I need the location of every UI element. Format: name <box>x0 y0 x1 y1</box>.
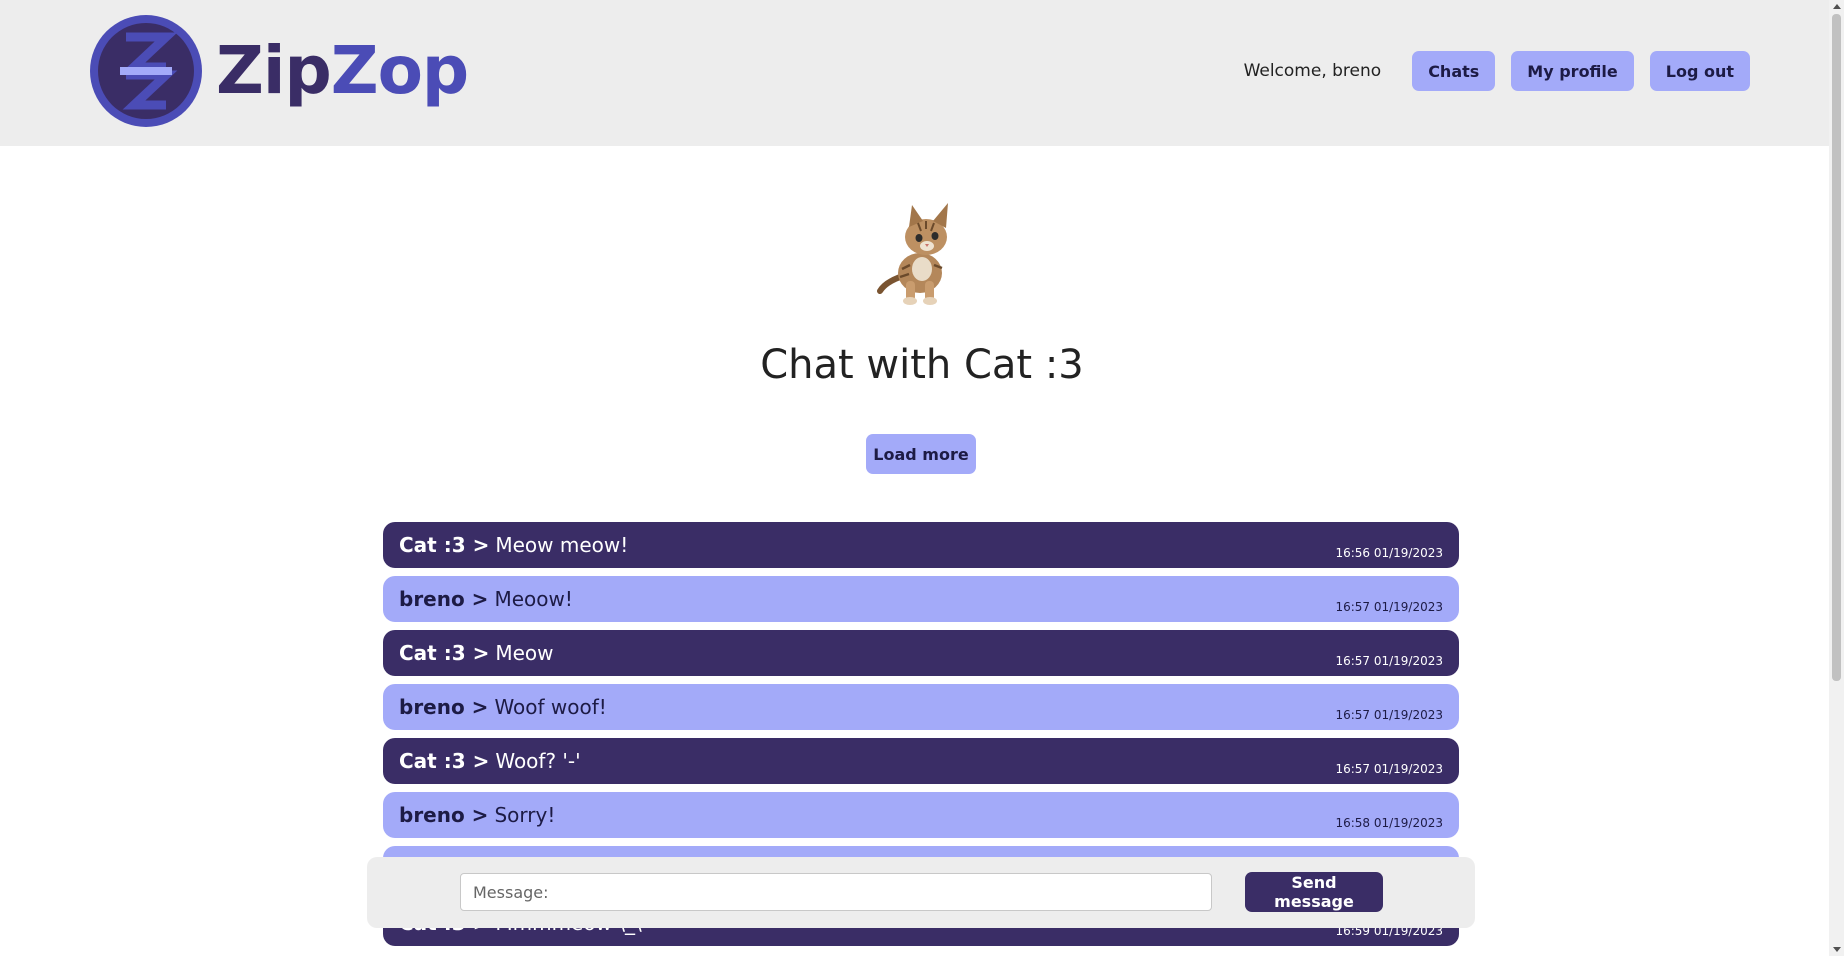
message-text: Sorry! <box>494 803 556 827</box>
message-timestamp: 16:58 01/19/2023 <box>1335 816 1443 830</box>
chat-title: Chat with Cat :3 <box>760 342 1084 388</box>
brand-part-2: Zop <box>330 32 469 109</box>
site-logo[interactable]: ZipZop <box>90 15 469 127</box>
message-timestamp: 16:57 01/19/2023 <box>1335 600 1443 614</box>
message-timestamp: 16:57 01/19/2023 <box>1335 762 1443 776</box>
scroll-up-arrow-icon[interactable] <box>1833 4 1841 9</box>
message-input[interactable] <box>460 873 1212 911</box>
message-author: Cat :3 > <box>399 641 490 665</box>
message-text: Meow meow! <box>495 533 629 557</box>
message-timestamp: 16:56 01/19/2023 <box>1335 546 1443 560</box>
message-text: Meoow! <box>494 587 573 611</box>
message-item: breno > Sorry! 16:58 01/19/2023 <box>383 792 1459 838</box>
message-author: breno > <box>399 695 489 719</box>
message-timestamp: 16:57 01/19/2023 <box>1335 654 1443 668</box>
message-item: breno > Woof woof! 16:57 01/19/2023 <box>383 684 1459 730</box>
scrollbar-thumb[interactable] <box>1832 14 1841 681</box>
my-profile-button[interactable]: My profile <box>1511 51 1634 91</box>
message-text: Woof? '-' <box>495 749 581 773</box>
load-more-button[interactable]: Load more <box>866 434 976 474</box>
site-header: ZipZop Welcome, breno Chats My profile L… <box>0 0 1829 146</box>
message-item: Cat :3 > Meow 16:57 01/19/2023 <box>383 630 1459 676</box>
contact-avatar <box>876 195 966 305</box>
message-author: breno > <box>399 803 489 827</box>
message-author: breno > <box>399 587 489 611</box>
scroll-down-arrow-icon[interactable] <box>1833 947 1841 952</box>
message-item: Cat :3 > Meow meow! 16:56 01/19/2023 <box>383 522 1459 568</box>
message-author: Cat :3 > <box>399 749 490 773</box>
message-timestamp: 16:57 01/19/2023 <box>1335 708 1443 722</box>
top-nav: Welcome, breno Chats My profile Log out <box>1244 51 1750 91</box>
send-message-button[interactable]: Send message <box>1245 872 1383 912</box>
message-item: breno > Meoow! 16:57 01/19/2023 <box>383 576 1459 622</box>
chats-button[interactable]: Chats <box>1412 51 1496 91</box>
brand-wordmark: ZipZop <box>216 38 469 104</box>
brand-part-1: Zip <box>216 32 332 109</box>
compose-bar: Send message <box>367 857 1475 928</box>
logo-badge-icon <box>90 15 202 127</box>
welcome-text: Welcome, breno <box>1243 61 1382 81</box>
message-author: Cat :3 > <box>399 533 490 557</box>
message-text: Woof woof! <box>494 695 607 719</box>
message-text: Meow <box>495 641 554 665</box>
page-scrollbar[interactable] <box>1829 0 1844 956</box>
logout-button[interactable]: Log out <box>1649 51 1750 91</box>
message-item: Cat :3 > Woof? '-' 16:57 01/19/2023 <box>383 738 1459 784</box>
